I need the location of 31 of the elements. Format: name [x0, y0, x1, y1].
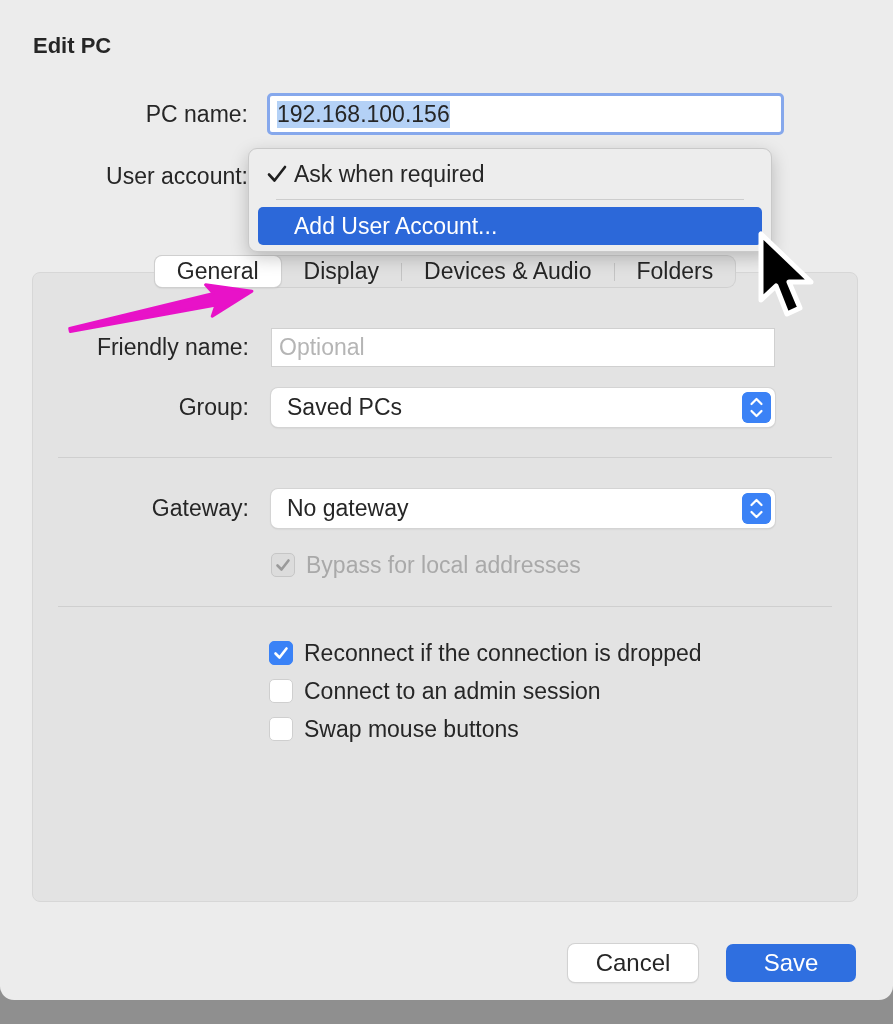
- field-text: 192.168.100.156: [277, 100, 450, 128]
- checkmark-icon: [274, 556, 292, 574]
- checkmark-icon: [266, 163, 288, 185]
- checkbox-label: Connect to an admin session: [304, 677, 601, 705]
- checkbox-label: Reconnect if the connection is dropped: [304, 639, 702, 667]
- tab[interactable]: General: [154, 256, 281, 287]
- checkbox-label: Bypass for local addresses: [306, 551, 581, 579]
- tab[interactable]: Display: [281, 256, 402, 287]
- field-label: Friendly name:: [96, 334, 249, 361]
- checkbox[interactable]: [269, 717, 293, 741]
- dialog-title: Edit PC: [33, 32, 112, 60]
- cancel-button[interactable]: Cancel: [568, 944, 698, 982]
- checkbox-label: Swap mouse buttons: [304, 715, 519, 743]
- checkbox[interactable]: [269, 679, 293, 703]
- field-label: PC name:: [145, 100, 248, 128]
- text-field[interactable]: Optional: [271, 328, 775, 367]
- tab[interactable]: Devices & Audio: [402, 256, 614, 287]
- menu-item[interactable]: Add User Account...: [258, 207, 762, 245]
- checkmark-icon: [272, 644, 290, 662]
- menu-item[interactable]: Ask when required: [258, 155, 762, 193]
- tab[interactable]: Folders: [614, 256, 736, 287]
- checkbox[interactable]: [269, 641, 293, 665]
- field-label: User account:: [106, 162, 248, 190]
- stepper-icon: [742, 392, 771, 423]
- save-button[interactable]: Save: [726, 944, 856, 982]
- field-label: Gateway:: [151, 495, 249, 522]
- text-field[interactable]: 192.168.100.156: [267, 93, 784, 135]
- popup-button[interactable]: No gateway: [271, 489, 775, 528]
- stepper-icon: [742, 493, 771, 524]
- field-label: Group:: [178, 394, 249, 421]
- popup-button[interactable]: Saved PCs: [271, 388, 775, 427]
